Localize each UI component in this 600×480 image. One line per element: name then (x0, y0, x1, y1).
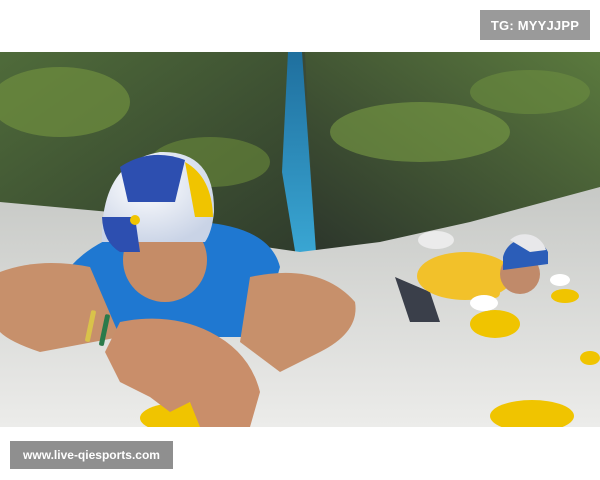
telegram-watermark: TG: MYYJJPP (480, 10, 590, 40)
climbing-hold (551, 289, 579, 303)
climbing-photo-illustration (0, 52, 600, 427)
website-watermark: www.live-qiesports.com (10, 441, 173, 469)
moss-patch (330, 102, 510, 162)
climbing-hold (580, 351, 600, 365)
page: TG: MYYJJPP www.live-qiesports.com (0, 0, 600, 480)
website-watermark-text: www.live-qiesports.com (23, 448, 160, 462)
climbing-photo (0, 52, 600, 427)
telegram-watermark-text: TG: MYYJJPP (490, 17, 580, 33)
climbing-hold (470, 310, 520, 338)
moss-patch (470, 70, 590, 114)
